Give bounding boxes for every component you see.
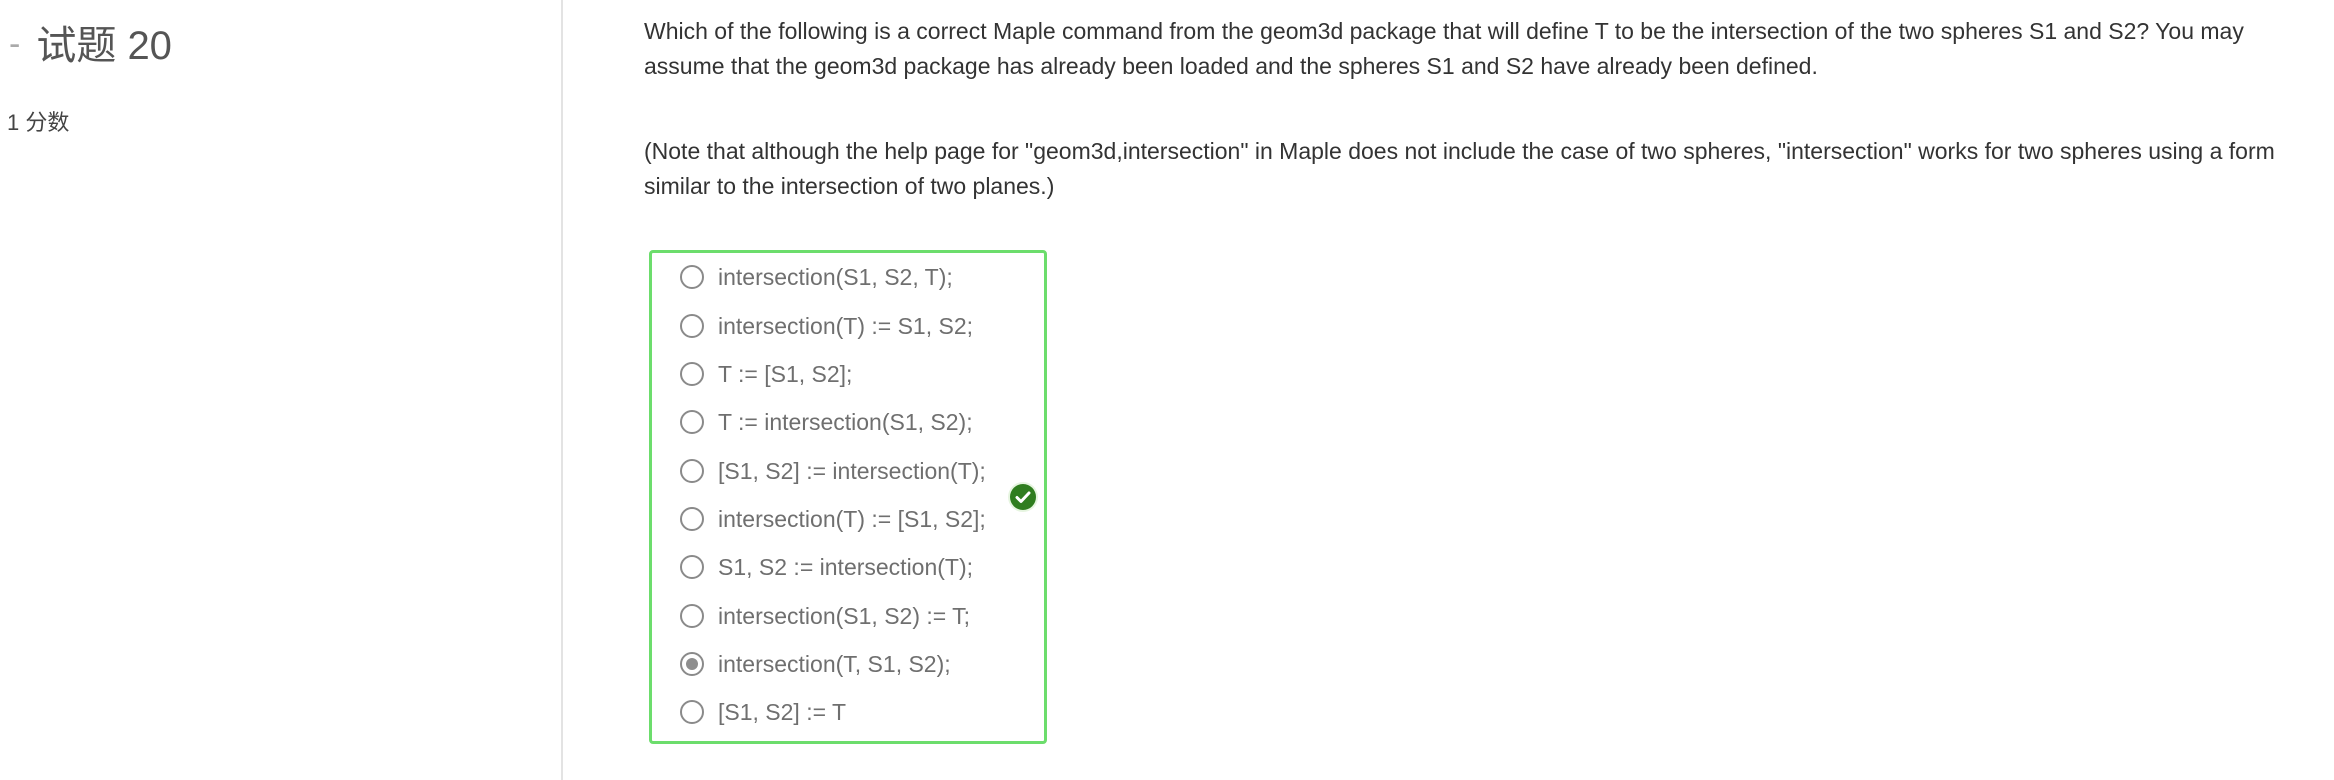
answer-option[interactable]: [S1, S2] := T	[680, 694, 846, 730]
check-circle-icon	[1010, 484, 1036, 510]
radio-button[interactable]	[680, 362, 704, 386]
option-label: intersection(T) := [S1, S2];	[718, 506, 986, 532]
option-label: [S1, S2] := T	[718, 699, 847, 725]
question-title: - 试题 20	[9, 16, 172, 74]
radio-button[interactable]	[680, 555, 704, 579]
answer-option[interactable]: intersection(T) := S1, S2;	[680, 308, 973, 344]
radio-button[interactable]	[680, 410, 704, 434]
question-number: 试题 20	[36, 24, 172, 68]
radio-button[interactable]	[680, 604, 704, 628]
answer-options: intersection(S1, S2, T); intersection(T)…	[649, 250, 1047, 744]
radio-button-selected[interactable]	[680, 652, 704, 676]
radio-button[interactable]	[680, 314, 704, 338]
question-content: Which of the following is a correct Mapl…	[644, 14, 2314, 204]
option-label: intersection(T) := S1, S2;	[718, 313, 974, 339]
radio-button[interactable]	[680, 459, 704, 483]
radio-button[interactable]	[680, 265, 704, 289]
collapse-dash-icon: -	[9, 25, 21, 63]
option-label: S1, S2 := intersection(T);	[718, 554, 974, 580]
answer-option-selected[interactable]: intersection(T, S1, S2);	[680, 646, 951, 682]
question-text: Which of the following is a correct Mapl…	[644, 18, 2244, 79]
answer-option[interactable]: intersection(T) := [S1, S2];	[680, 501, 986, 537]
answer-option[interactable]: T := [S1, S2];	[680, 356, 852, 392]
answer-option[interactable]: intersection(S1, S2) := T;	[680, 598, 970, 634]
option-label: intersection(S1, S2, T);	[718, 264, 953, 290]
answer-option[interactable]: T := intersection(S1, S2);	[680, 404, 973, 440]
radio-button[interactable]	[680, 507, 704, 531]
answer-option[interactable]: [S1, S2] := intersection(T);	[680, 453, 986, 489]
answer-option[interactable]: S1, S2 := intersection(T);	[680, 549, 973, 585]
answer-option[interactable]: intersection(S1, S2, T);	[680, 259, 953, 295]
option-label: [S1, S2] := intersection(T);	[718, 458, 986, 484]
option-label: T := intersection(S1, S2);	[718, 409, 973, 435]
option-label: T := [S1, S2];	[718, 361, 853, 387]
question-note: (Note that although the help page for "g…	[644, 138, 2275, 199]
question-points: 1 分数	[7, 110, 70, 135]
question-info-sidebar: - 试题 20 1 分数	[0, 0, 563, 780]
option-label: intersection(T, S1, S2);	[718, 651, 951, 677]
radio-button[interactable]	[680, 700, 704, 724]
option-label: intersection(S1, S2) := T;	[718, 603, 971, 629]
